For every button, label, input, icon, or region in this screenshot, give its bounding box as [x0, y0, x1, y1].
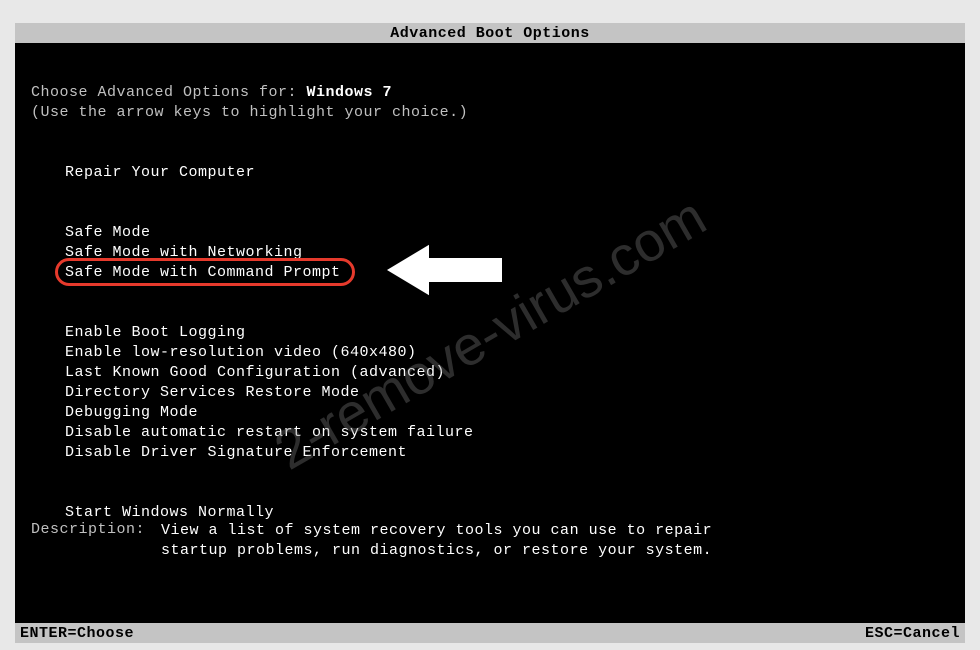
option-safe-mode-cmd-label: Safe Mode with Command Prompt	[65, 264, 341, 281]
option-ds-restore[interactable]: Directory Services Restore Mode	[65, 383, 949, 403]
option-start-normally[interactable]: Start Windows Normally	[65, 503, 949, 523]
option-boot-logging[interactable]: Enable Boot Logging	[65, 323, 949, 343]
instruction-line-1: Choose Advanced Options for: Windows 7	[31, 83, 949, 103]
footer-enter: ENTER=Choose	[20, 625, 134, 642]
instruction-prefix: Choose Advanced Options for:	[31, 84, 307, 101]
description-label: Description:	[31, 521, 161, 561]
content-area: Choose Advanced Options for: Windows 7 (…	[15, 83, 965, 523]
option-no-sig-enforce[interactable]: Disable Driver Signature Enforcement	[65, 443, 949, 463]
option-repair[interactable]: Repair Your Computer	[65, 163, 949, 183]
option-safe-mode[interactable]: Safe Mode	[65, 223, 949, 243]
option-low-res[interactable]: Enable low-resolution video (640x480)	[65, 343, 949, 363]
spacer	[65, 463, 949, 503]
option-safe-mode-cmd[interactable]: Safe Mode with Command Prompt	[65, 263, 341, 283]
boot-screen: 2-remove-virus.com Advanced Boot Options…	[15, 23, 965, 643]
instruction-line-2: (Use the arrow keys to highlight your ch…	[31, 103, 949, 123]
option-last-known-good[interactable]: Last Known Good Configuration (advanced)	[65, 363, 949, 383]
spacer	[65, 283, 949, 323]
os-name: Windows 7	[307, 84, 393, 101]
footer-esc: ESC=Cancel	[865, 625, 960, 642]
spacer	[65, 183, 949, 223]
description-text: View a list of system recovery tools you…	[161, 521, 721, 561]
description-block: Description: View a list of system recov…	[31, 521, 721, 561]
option-no-auto-restart[interactable]: Disable automatic restart on system fail…	[65, 423, 949, 443]
boot-options-list: Repair Your Computer Safe Mode Safe Mode…	[65, 163, 949, 523]
option-debug[interactable]: Debugging Mode	[65, 403, 949, 423]
title-bar: Advanced Boot Options	[15, 23, 965, 43]
title-text: Advanced Boot Options	[390, 25, 590, 42]
instruction-block: Choose Advanced Options for: Windows 7 (…	[31, 83, 949, 123]
option-safe-mode-networking[interactable]: Safe Mode with Networking	[65, 243, 949, 263]
footer-bar: ENTER=Choose ESC=Cancel	[15, 623, 965, 643]
